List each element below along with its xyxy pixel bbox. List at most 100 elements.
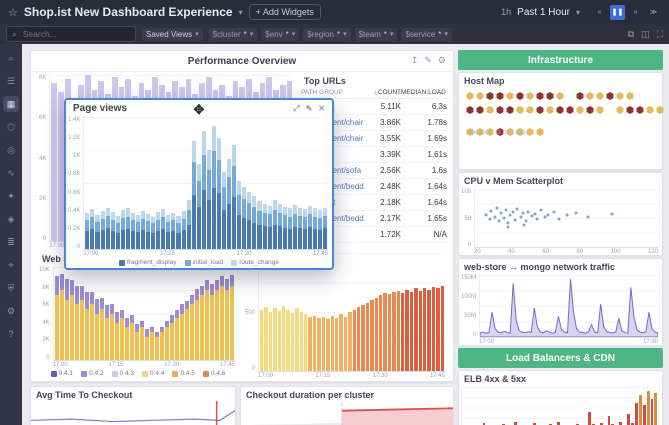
notifications-icon[interactable]: ◫ <box>641 29 650 40</box>
page-views-chart[interactable]: 1.4K1.2K1K0.8K0.6K0.4K0.2K017:0017:1517:… <box>66 115 332 257</box>
legend-item[interactable]: 0.4.5 <box>172 370 194 377</box>
legend-swatch <box>172 371 178 377</box>
legend-swatch <box>119 260 125 266</box>
legend-item[interactable]: 0.4.2 <box>81 370 103 377</box>
playback-skip-live[interactable]: ≫ <box>646 5 661 20</box>
host-map-card: Host Map Updated ~3 min ago <box>458 72 663 170</box>
legend-item[interactable]: initial_load <box>185 259 224 266</box>
legend-item[interactable]: 0.4.6 <box>203 370 225 377</box>
elb-errors-card: ELB 4xx & 5xx <box>458 370 663 425</box>
sidebar-item-integrations[interactable]: ✦ <box>3 188 19 204</box>
legend-item[interactable]: 0.4.1 <box>51 370 73 377</box>
chevron-down-icon: ▾ <box>343 30 347 38</box>
template-var-$env[interactable]: $env * ▾ <box>261 28 299 41</box>
sidebar-item-help[interactable]: ? <box>3 326 19 342</box>
checkout-duration-chart[interactable] <box>241 401 453 425</box>
widget-title: web-store → mongo network traffic <box>464 262 662 272</box>
web-store-widget: Web Store 10K8K6K4K2K017:0017:1517:3017:… <box>37 251 239 379</box>
fullscreen-icon[interactable]: ⛶ <box>657 29 663 40</box>
page-views-overlay[interactable]: Page views ✥ ⤢ ✎ ✕ 1.4K1.2K1K0.8K0.6K0.4K0… <box>64 98 334 270</box>
sort-desc-icon: ↓ <box>373 89 377 96</box>
sidebar-item-metrics[interactable]: ∿ <box>3 165 19 181</box>
column-path-group[interactable]: PATH GROUP <box>301 89 367 96</box>
perf-export-icon[interactable]: ↥ <box>411 55 419 66</box>
mongo-traffic-card: web-store → mongo network traffic 150M10… <box>458 258 663 346</box>
legend-swatch <box>231 260 237 266</box>
template-var-$cluster[interactable]: $cluster * ▾ <box>209 28 258 41</box>
legend-swatch <box>142 371 148 377</box>
legend-swatch <box>203 371 209 377</box>
legend-item[interactable]: fragment_display <box>119 259 177 266</box>
column-count[interactable]: ↓COUNT <box>367 89 401 96</box>
sidebar-item-monitors[interactable]: ◎ <box>3 142 19 158</box>
widget-title: Checkout duration per cluster <box>246 390 453 400</box>
sessions-widget: 1K500017:0017:1517:3017:45 <box>243 251 449 379</box>
elb-errors-chart[interactable] <box>459 385 662 425</box>
time-controls: 1h Past 1 Hour ▾ «❚❚»≫ <box>501 5 661 20</box>
overlay-close-icon[interactable]: ✕ <box>318 104 325 114</box>
host-map-updated-label: Updated ~3 min ago <box>467 129 526 136</box>
overlay-header[interactable]: Page views ✥ ⤢ ✎ ✕ <box>66 100 332 115</box>
sidebar-item-settings[interactable]: ⚙ <box>3 303 19 319</box>
overlay-edit-icon[interactable]: ✎ <box>306 104 313 114</box>
time-range-short: 1h <box>501 7 511 17</box>
sidebar-item-apm[interactable]: ◈ <box>3 211 19 227</box>
legend-item[interactable]: 0.4.3 <box>112 370 134 377</box>
legend-item[interactable]: route_change <box>231 259 279 266</box>
group-title: Performance Overview <box>188 56 296 67</box>
sidebar-item-search[interactable]: ⌕ <box>3 50 19 66</box>
avg-time-to-checkout-card: Avg Time To Checkout <box>30 386 236 425</box>
widget-title: Host Map <box>464 76 662 86</box>
cpu-mem-scatter-chart[interactable]: 10050020406080100120 <box>459 187 662 255</box>
saved-views-label: Saved Views <box>146 30 192 39</box>
perf-gear-icon[interactable]: ⚙ <box>438 55 446 66</box>
checkout-duration-card: Checkout duration per cluster <box>240 386 454 425</box>
overlay-title: Page views <box>73 103 127 114</box>
load-balancers-group-header[interactable]: Load Balancers & CDN <box>458 348 663 368</box>
playback-jump-back[interactable]: « <box>592 5 607 20</box>
sidebar-item-dashboards[interactable]: ▦ <box>3 96 19 112</box>
group-header[interactable]: Performance Overview ↥ ✎ ⚙ <box>31 51 453 72</box>
add-widgets-button[interactable]: + Add Widgets <box>249 4 321 20</box>
tv-mode-icon[interactable]: ⧉ <box>628 29 634 40</box>
chevron-down-icon: ▾ <box>250 30 254 38</box>
web-store-chart[interactable]: 10K8K6K4K2K017:0017:1517:3017:45 <box>37 265 239 368</box>
playback-jump-forward[interactable]: » <box>628 5 643 20</box>
infrastructure-group-header[interactable]: Infrastructure <box>458 50 663 70</box>
sidebar-item-synthetics[interactable]: ⌖ <box>3 257 19 273</box>
widget-title: CPU v Mem Scatterplot <box>464 176 662 186</box>
column-median[interactable]: MEDIAN:LOAD EVENT <box>401 89 447 96</box>
template-var-$service[interactable]: $service * ▾ <box>401 28 451 41</box>
sidebar-item-logs[interactable]: ≣ <box>3 234 19 250</box>
perf-edit-icon[interactable]: ✎ <box>424 55 432 66</box>
chevron-down-icon: ▾ <box>292 30 296 38</box>
time-chevron-down-icon[interactable]: ▾ <box>576 8 580 17</box>
sidebar-item-infrastructure[interactable]: ⬡ <box>3 119 19 135</box>
top-bar: ☆ Shop.ist New Dashboard Experience ▾ + … <box>0 0 669 24</box>
chevron-down-icon: ▾ <box>444 30 448 38</box>
chevron-down-icon: ▾ <box>195 30 199 38</box>
move-cursor-icon: ✥ <box>194 102 205 118</box>
saved-views-dropdown[interactable]: Saved Views ▾ <box>142 28 203 41</box>
dashboard-title: Shop.ist New Dashboard Experience <box>24 5 233 19</box>
sessions-chart[interactable]: 1K500017:0017:1517:3017:45 <box>243 251 449 379</box>
widget-title: Top URLs <box>304 76 449 86</box>
sidebar-item-events[interactable]: ☰ <box>3 73 19 89</box>
search-box[interactable]: ⌕ <box>6 26 136 42</box>
legend-swatch <box>185 260 191 266</box>
avg-time-to-checkout-chart[interactable] <box>31 401 235 425</box>
template-var-$region[interactable]: $region * ▾ <box>303 28 350 41</box>
dashboard-app: ☆ Shop.ist New Dashboard Experience ▾ + … <box>0 0 669 425</box>
sidebar-item-security[interactable]: ⛨ <box>3 280 19 296</box>
template-var-$team[interactable]: $team * ▾ <box>355 28 398 41</box>
time-range-selector[interactable]: Past 1 Hour <box>517 7 570 18</box>
title-chevron-down-icon[interactable]: ▾ <box>239 8 243 17</box>
search-input[interactable] <box>21 28 115 40</box>
mongo-traffic-chart[interactable]: 150M100M50M017:0017:30 <box>459 273 662 345</box>
legend-item[interactable]: 0.4.4 <box>142 370 164 377</box>
playback-pause[interactable]: ❚❚ <box>610 5 625 20</box>
widget-title: ELB 4xx & 5xx <box>464 374 662 384</box>
favorite-star-icon[interactable]: ☆ <box>8 6 18 19</box>
overlay-expand-icon[interactable]: ⤢ <box>293 104 299 114</box>
widget-title: Avg Time To Checkout <box>36 390 235 400</box>
